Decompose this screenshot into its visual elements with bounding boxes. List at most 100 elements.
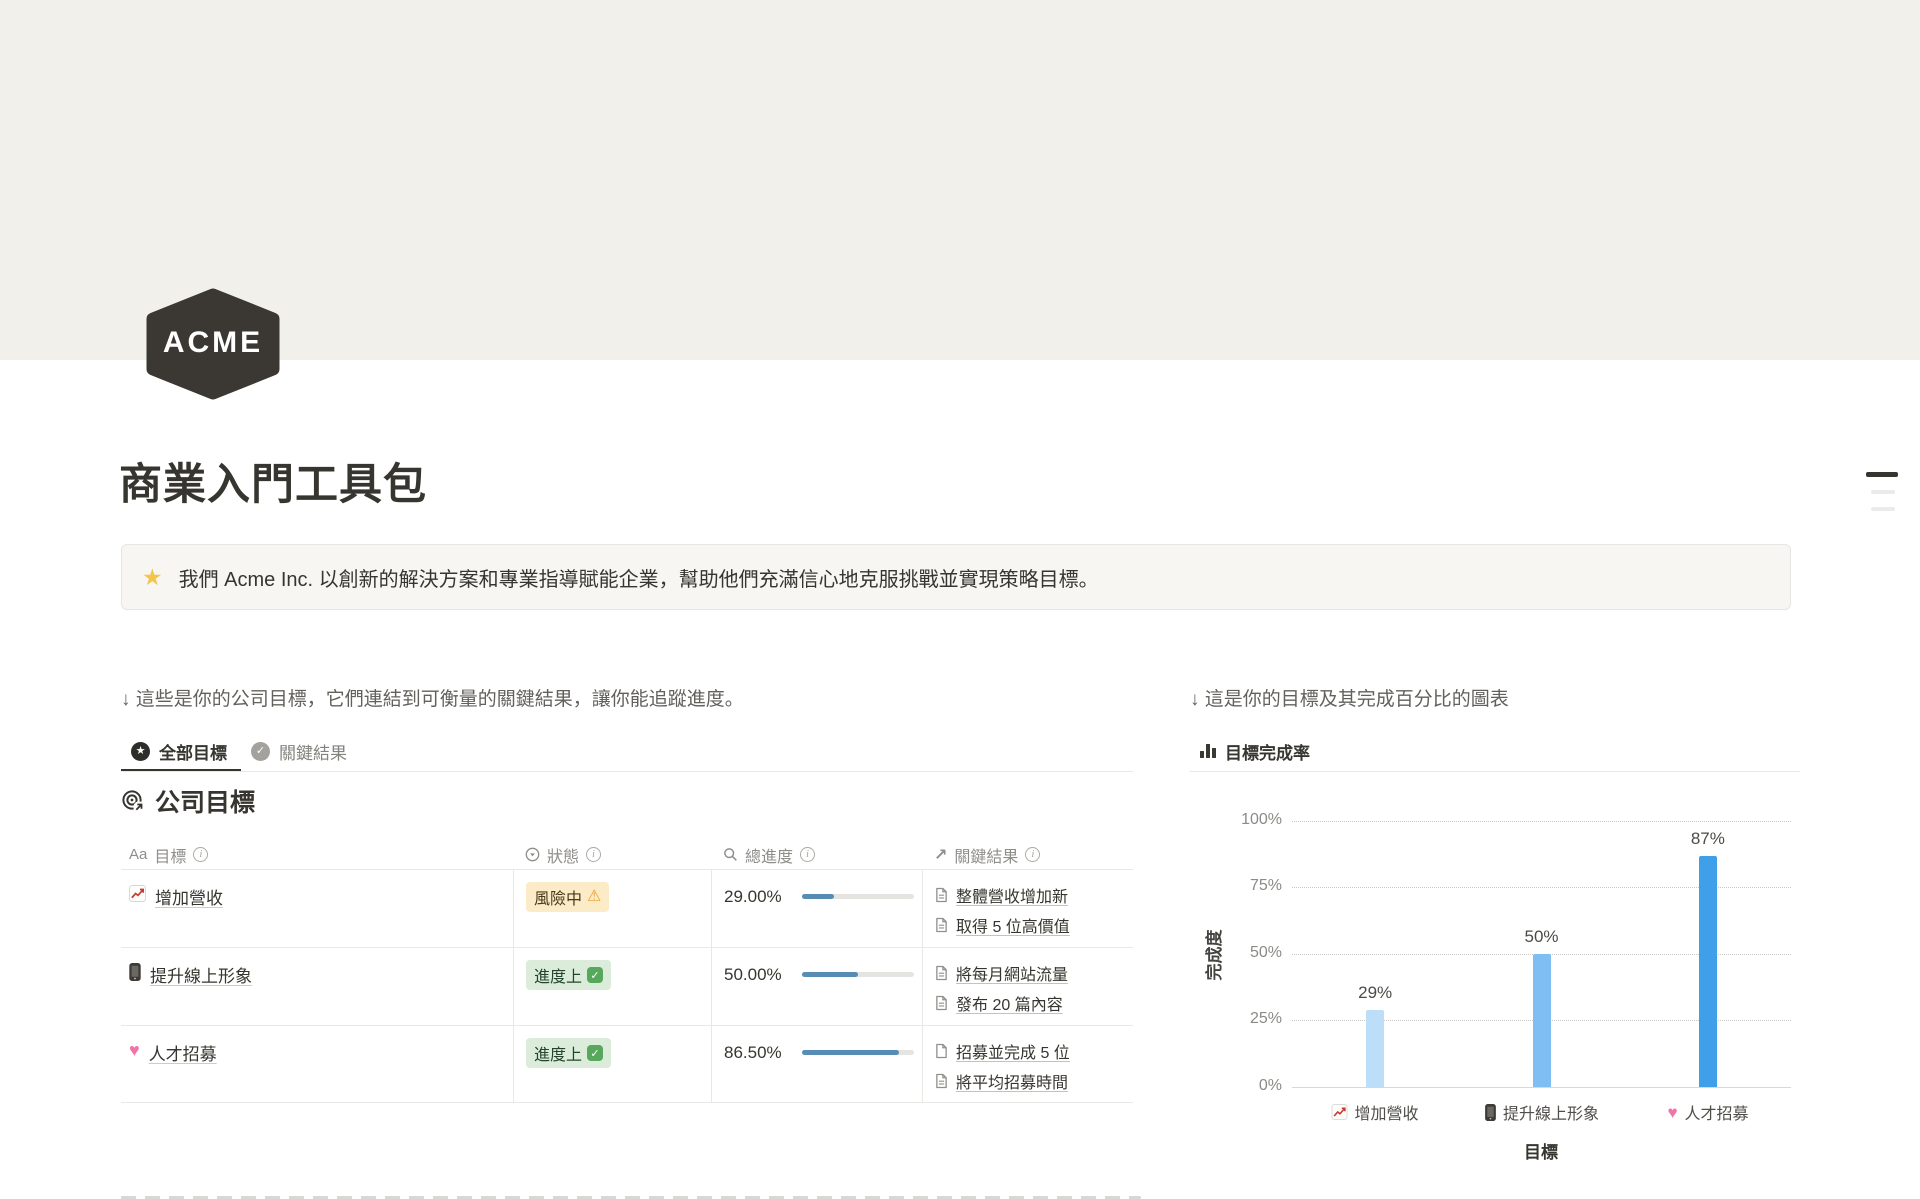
- x-axis-title: 目標: [1524, 1138, 1558, 1163]
- bar-value-label: 50%: [1507, 927, 1577, 947]
- status-cell: 風險中 ⚠: [513, 870, 711, 947]
- y-tick: 0%: [1192, 1077, 1282, 1095]
- chart-increasing-icon: [129, 885, 146, 902]
- status-label: 風險中: [534, 885, 582, 909]
- page-icon: [935, 1043, 948, 1059]
- key-result-text: 招募並完成 5 位: [956, 1039, 1070, 1063]
- status-cell: 進度上 ✓: [513, 948, 711, 1025]
- chart-view-tabs: 目標完成率: [1190, 731, 1800, 772]
- page-icon: [935, 1073, 948, 1089]
- database-title[interactable]: 公司目標: [121, 783, 255, 819]
- info-icon: i: [193, 847, 208, 862]
- key-result-link[interactable]: 整體營收增加新: [935, 880, 1133, 910]
- progress-bar: [802, 972, 914, 977]
- relation-arrow-icon: ↗: [934, 845, 947, 865]
- status-badge[interactable]: 進度上 ✓: [526, 960, 611, 990]
- rollup-search-icon: [723, 847, 738, 862]
- info-icon: i: [586, 847, 601, 862]
- column-label: 狀態: [547, 843, 579, 867]
- x-tick-talent-recruiting: ♥ 人才招募: [1667, 1100, 1748, 1124]
- database-title-text: 公司目標: [155, 783, 255, 819]
- toc-line-icon: [1866, 472, 1898, 477]
- key-results-cell: 招募並完成 5 位 將平均招募時間: [922, 1026, 1133, 1102]
- bar-group: 29%: [1366, 821, 1384, 1087]
- progress-cell[interactable]: 50.00%: [711, 948, 922, 1025]
- goals-view-tabs: ★ 全部目標 ✓ 關鍵結果: [121, 731, 1133, 772]
- tab-goal-completion-chart[interactable]: 目標完成率: [1190, 731, 1324, 771]
- column-header-progress[interactable]: 總進度 i: [711, 840, 922, 869]
- progress-value: 86.50%: [724, 1043, 792, 1063]
- key-result-text: 將平均招募時間: [956, 1069, 1068, 1093]
- status-badge[interactable]: 風險中 ⚠: [526, 882, 609, 912]
- select-property-icon: [525, 847, 540, 862]
- progress-bar: [802, 894, 914, 899]
- key-result-link[interactable]: 將平均招募時間: [935, 1066, 1133, 1096]
- progress-value: 50.00%: [724, 965, 792, 985]
- bar-chart-plot: 29% 50% 87%: [1292, 821, 1791, 1087]
- x-tick-online-presence: 提升線上形象: [1485, 1100, 1599, 1124]
- page-icon: [935, 995, 948, 1011]
- notion-page: ACME 商業入門工具包 ★ 我們 Acme Inc. 以創新的解決方案和專業指…: [0, 0, 1920, 1199]
- x-tick-label: 提升線上形象: [1503, 1100, 1599, 1124]
- column-header-key-results[interactable]: ↗ 關鍵結果 i: [922, 840, 1133, 869]
- progress-cell[interactable]: 29.00%: [711, 870, 922, 947]
- right-intro-text: ↓ 這是你的目標及其完成百分比的圖表: [1190, 684, 1509, 711]
- page-icon: [935, 887, 948, 903]
- tab-label: 目標完成率: [1225, 739, 1310, 764]
- column-label: 目標: [154, 843, 186, 867]
- y-tick: 75%: [1192, 877, 1282, 895]
- tab-label: 全部目標: [159, 739, 227, 764]
- bar-talent-recruiting[interactable]: [1699, 856, 1717, 1087]
- page-icon: [935, 965, 948, 981]
- goal-title-cell[interactable]: 增加營收: [121, 870, 513, 947]
- bar-online-presence[interactable]: [1533, 954, 1551, 1087]
- key-result-text: 整體營收增加新: [956, 883, 1068, 907]
- status-cell: 進度上 ✓: [513, 1026, 711, 1102]
- bar-value-label: 87%: [1673, 829, 1743, 849]
- table-of-contents-indicator[interactable]: [1864, 470, 1900, 516]
- target-linked-icon: [121, 789, 145, 813]
- key-result-link[interactable]: 發布 20 篇內容: [935, 988, 1133, 1018]
- bar-group: 87%: [1699, 821, 1717, 1087]
- clipped-next-block: [121, 1195, 1141, 1199]
- column-header-status[interactable]: 狀態 i: [513, 840, 711, 869]
- tab-key-results[interactable]: ✓ 關鍵結果: [241, 731, 361, 771]
- mobile-phone-icon: [1485, 1104, 1496, 1121]
- check-icon: ✓: [587, 1045, 603, 1061]
- check-badge-icon: ✓: [251, 742, 270, 761]
- status-label: 進度上: [534, 1041, 582, 1065]
- page-title: 商業入門工具包: [119, 450, 427, 512]
- goal-title-cell[interactable]: ♥ 人才招募: [121, 1026, 513, 1102]
- goal-title-cell[interactable]: 提升線上形象: [121, 948, 513, 1025]
- table-row: 提升線上形象 進度上 ✓ 50.00%: [121, 947, 1133, 1025]
- x-tick-revenue: 增加營收: [1331, 1100, 1418, 1124]
- column-label: 關鍵結果: [954, 843, 1018, 867]
- page-icon: [935, 917, 948, 933]
- check-icon: ✓: [587, 967, 603, 983]
- table-header-row: Aa 目標 i 狀態 i 總進度 i ↗ 關鍵結果 i: [121, 840, 1133, 869]
- column-header-goal[interactable]: Aa 目標 i: [121, 840, 513, 869]
- key-result-link[interactable]: 取得 5 位高價值: [935, 910, 1133, 940]
- bar-revenue[interactable]: [1366, 1010, 1384, 1087]
- chart-increasing-icon: [1331, 1104, 1347, 1120]
- progress-value: 29.00%: [724, 887, 792, 907]
- key-result-link[interactable]: 將每月網站流量: [935, 958, 1133, 988]
- bar-chart-icon: [1200, 744, 1216, 758]
- callout: ★ 我們 Acme Inc. 以創新的解決方案和專業指導賦能企業，幫助他們充滿信…: [121, 544, 1791, 610]
- x-tick-label: 增加營收: [1354, 1100, 1418, 1124]
- y-tick: 25%: [1192, 1010, 1282, 1028]
- key-result-text: 將每月網站流量: [956, 961, 1068, 985]
- status-badge[interactable]: 進度上 ✓: [526, 1038, 611, 1068]
- x-axis-line: [1292, 1087, 1791, 1088]
- key-results-cell: 整體營收增加新 取得 5 位高價值: [922, 870, 1133, 947]
- key-result-text: 發布 20 篇內容: [956, 991, 1063, 1015]
- goal-title: 增加營收: [155, 884, 223, 909]
- warning-icon: ⚠: [587, 889, 601, 905]
- table-row: ♥ 人才招募 進度上 ✓ 86.50% 招募並完成 5: [121, 1025, 1133, 1103]
- bar-group: 50%: [1533, 821, 1551, 1087]
- key-result-link[interactable]: 招募並完成 5 位: [935, 1036, 1133, 1066]
- logo-text: ACME: [139, 326, 287, 360]
- progress-cell[interactable]: 86.50%: [711, 1026, 922, 1102]
- tab-all-goals[interactable]: ★ 全部目標: [121, 731, 241, 771]
- progress-bar: [802, 1050, 914, 1055]
